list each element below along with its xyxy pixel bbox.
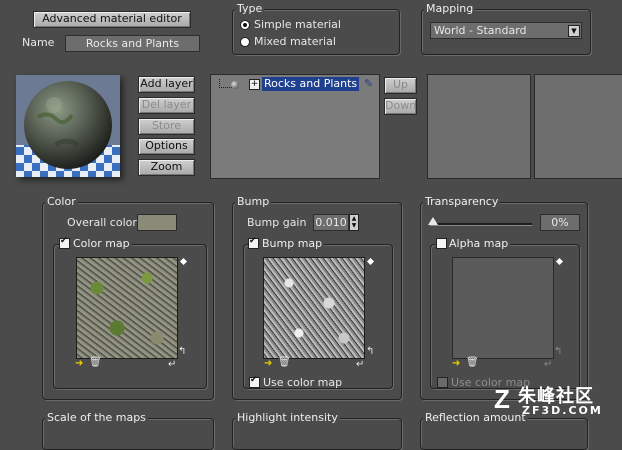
highlight-intensity-label: Highlight intensity bbox=[235, 411, 340, 424]
rotate-icon[interactable]: ↰ bbox=[178, 347, 186, 357]
simple-material-label: Simple material bbox=[254, 18, 341, 31]
color-label: Color bbox=[45, 195, 78, 208]
overall-color-label: Overall color: bbox=[67, 216, 141, 229]
layer-preview-panel-2 bbox=[534, 74, 622, 179]
advanced-material-editor-button[interactable]: Advanced material editor bbox=[33, 11, 191, 28]
overall-color-swatch[interactable] bbox=[137, 214, 177, 231]
sphere-icon bbox=[231, 81, 239, 89]
alpha-map-slot[interactable] bbox=[452, 257, 554, 359]
alpha-use-color-map-checkbox[interactable] bbox=[437, 377, 448, 388]
watermark-subtext: ZF3D.COM bbox=[522, 404, 603, 417]
type-group bbox=[232, 9, 400, 55]
simple-material-radio[interactable] bbox=[240, 20, 250, 30]
chevron-down-icon[interactable]: ▼ bbox=[568, 25, 580, 37]
trash-icon[interactable]: 🗑 bbox=[278, 358, 291, 368]
mapping-label: Mapping bbox=[424, 2, 476, 15]
bump-label: Bump bbox=[235, 195, 272, 208]
scale-of-maps-label: Scale of the maps bbox=[45, 411, 148, 424]
pencil-icon[interactable]: ✎ bbox=[364, 77, 373, 90]
mapping-select-value: World - Standard bbox=[434, 24, 527, 37]
preview-sphere-image bbox=[16, 75, 120, 177]
bump-map-texture[interactable] bbox=[263, 257, 365, 359]
watermark-logo-icon: Z bbox=[494, 384, 510, 414]
transparency-label: Transparency bbox=[423, 195, 501, 208]
bump-gain-field[interactable]: 0.010 bbox=[313, 214, 349, 231]
bump-use-color-map-label: Use color map bbox=[263, 376, 343, 389]
name-label: Name bbox=[22, 36, 55, 49]
return-icon[interactable]: ↵ bbox=[356, 360, 364, 370]
bump-use-color-map-checkbox[interactable] bbox=[249, 375, 260, 388]
rotate-icon[interactable]: ↰ bbox=[366, 347, 374, 357]
color-map-label: Color map bbox=[71, 237, 132, 250]
store-button[interactable]: Store bbox=[138, 118, 195, 135]
bump-gain-spinner[interactable]: ▲ ▼ bbox=[349, 214, 359, 231]
slider-thumb[interactable] bbox=[428, 217, 438, 225]
watermark: Z 朱峰社区 ZF3D.COM bbox=[494, 382, 618, 422]
alpha-map-checkbox[interactable] bbox=[436, 238, 447, 249]
bump-map-label: Bump map bbox=[260, 237, 325, 250]
zoom-button[interactable]: Zoom bbox=[138, 159, 195, 176]
transparency-value-field[interactable]: 0% bbox=[540, 214, 580, 231]
bump-map-checkbox[interactable] bbox=[248, 236, 259, 249]
mixed-material-radio[interactable] bbox=[240, 37, 250, 47]
layer-tree[interactable]: + Rocks and Plants ✎ bbox=[210, 74, 380, 179]
del-layer-button[interactable]: Del layer bbox=[138, 97, 195, 114]
mapping-select[interactable]: World - Standard ▼ bbox=[430, 22, 582, 39]
material-preview bbox=[16, 75, 120, 177]
transparency-slider[interactable] bbox=[428, 217, 532, 226]
layer-preview-panel-1 bbox=[427, 74, 531, 179]
arrow-right-icon[interactable]: ➜ bbox=[75, 359, 83, 369]
layer-item-rocks-and-plants[interactable]: Rocks and Plants bbox=[262, 77, 360, 91]
arrow-right-icon[interactable]: ➜ bbox=[452, 359, 460, 369]
type-label: Type bbox=[235, 2, 265, 15]
return-icon[interactable]: ↵ bbox=[544, 360, 552, 370]
up-button[interactable]: Up bbox=[384, 77, 417, 94]
material-name-field[interactable]: Rocks and Plants bbox=[65, 35, 200, 52]
color-map-texture[interactable] bbox=[76, 257, 178, 359]
trash-icon[interactable]: 🗑 bbox=[89, 358, 102, 368]
bump-gain-label: Bump gain bbox=[247, 216, 307, 229]
trash-icon[interactable]: 🗑 bbox=[466, 358, 479, 368]
down-button[interactable]: Down bbox=[384, 98, 417, 115]
slider-track bbox=[430, 223, 532, 226]
alpha-map-label: Alpha map bbox=[447, 237, 511, 250]
arrow-right-icon[interactable]: ➜ bbox=[264, 359, 272, 369]
mixed-material-label: Mixed material bbox=[254, 35, 336, 48]
return-icon[interactable]: ↵ bbox=[168, 360, 176, 370]
rotate-icon[interactable]: ↰ bbox=[554, 347, 562, 357]
plus-icon[interactable]: + bbox=[249, 79, 260, 90]
add-layer-button[interactable]: Add layer bbox=[138, 76, 195, 93]
options-button[interactable]: Options bbox=[138, 138, 195, 155]
color-map-checkbox[interactable] bbox=[59, 236, 70, 249]
